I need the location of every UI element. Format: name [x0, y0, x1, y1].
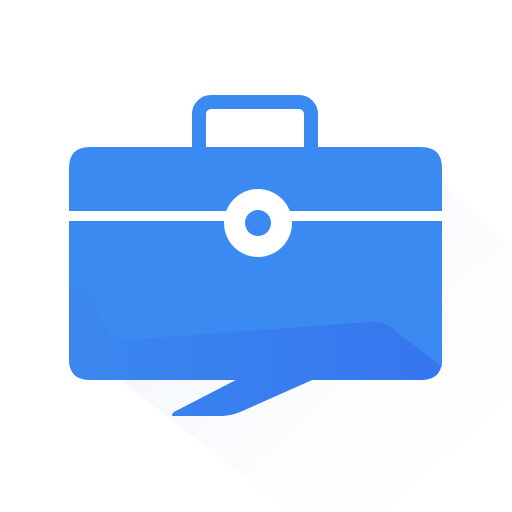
app-icon	[0, 0, 512, 512]
clasp-dot	[245, 210, 271, 236]
briefcase-chat-icon	[69, 95, 512, 512]
